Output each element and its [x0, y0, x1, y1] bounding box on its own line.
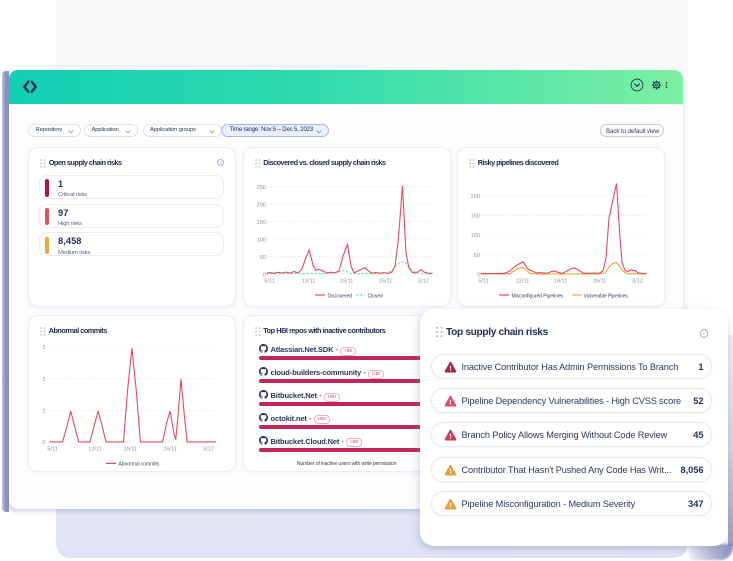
svg-text:Misconfigured Pipelines: Misconfigured Pipelines [512, 293, 564, 299]
svg-text:200: 200 [471, 194, 480, 200]
svg-text:3/12: 3/12 [632, 279, 643, 285]
svg-text:26/11: 26/11 [378, 279, 392, 285]
svg-text:12/11: 12/11 [88, 447, 102, 453]
svg-text:100: 100 [471, 233, 480, 239]
svg-text:150: 150 [471, 214, 480, 220]
svg-text:Discovered: Discovered [327, 293, 352, 299]
svg-text:1: 1 [42, 409, 45, 415]
svg-text:5/11: 5/11 [264, 279, 274, 285]
svg-text:Abnormal commits: Abnormal commits [119, 462, 160, 468]
svg-text:3/12: 3/12 [203, 447, 214, 453]
svg-text:19/11: 19/11 [339, 279, 353, 285]
svg-text:12/11: 12/11 [301, 279, 315, 285]
svg-text:26/11: 26/11 [593, 279, 607, 285]
svg-text:100: 100 [256, 237, 265, 243]
svg-text:50: 50 [474, 253, 480, 259]
svg-text:0: 0 [477, 272, 480, 278]
svg-text:26/11: 26/11 [163, 447, 177, 453]
svg-text:5/11: 5/11 [47, 447, 57, 453]
svg-text:2: 2 [42, 377, 45, 383]
svg-text:19/11: 19/11 [554, 279, 568, 285]
svg-text:250: 250 [256, 185, 265, 191]
svg-text:3/12: 3/12 [418, 279, 429, 285]
svg-text:Closed: Closed [367, 293, 383, 299]
svg-text:50: 50 [259, 255, 265, 261]
svg-text:150: 150 [256, 220, 265, 226]
svg-text:0: 0 [42, 440, 45, 446]
svg-text:12/11: 12/11 [516, 279, 530, 285]
svg-text:5/11: 5/11 [478, 279, 488, 285]
svg-text:0: 0 [262, 272, 265, 278]
svg-text:19/11: 19/11 [124, 447, 138, 453]
svg-text:3: 3 [42, 345, 45, 351]
svg-text:200: 200 [256, 203, 265, 209]
svg-text:Vulnerable Pipelines: Vulnerable Pipelines [584, 293, 629, 299]
